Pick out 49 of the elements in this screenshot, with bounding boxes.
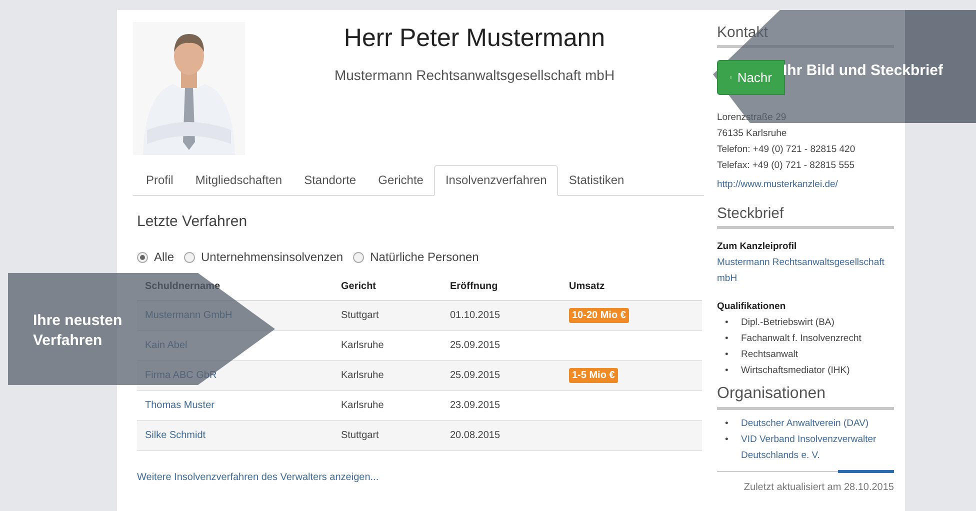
message-button[interactable]: Nachr [717,60,785,95]
tab[interactable]: Gerichte [367,165,434,196]
profile-link[interactable]: Mustermann Rechtsanwaltsgesellschaft mbH [717,255,894,287]
table-cell: 01.10.2015 [442,300,561,330]
table-cell: 25.09.2015 [442,360,561,390]
radio-label[interactable]: Alle [154,250,174,264]
radio-button[interactable] [353,252,364,262]
table-cell: Stuttgart [333,420,442,450]
section-title: Letzte Verfahren [137,213,248,230]
subheading: Zum Kanzleiprofil [717,240,798,254]
debtor-link[interactable]: Silke Schmidt [145,430,206,441]
organisation-link[interactable]: Deutscher Anwaltverein (DAV) [741,416,869,432]
table-cell: 20.08.2015 [442,420,561,450]
more-link[interactable]: Weitere Insolvenzverfahren des Verwalters anzeigen... [137,472,379,483]
revenue-badge: 1-5 Mio € [569,368,618,383]
table-cell: Stuttgart [333,300,442,330]
person-name: Herr Peter Mustermann [342,24,606,53]
address-line: Telefax: +49 (0) 721 - 82815 555 [717,159,856,173]
radio-label[interactable]: Unternehmensinsolvenzen [201,250,344,264]
radio-label[interactable]: Natürliche Personen [370,250,479,264]
tab[interactable]: Insolvenzverfahren [434,165,558,196]
bullet: • [725,364,730,378]
firm-name: Mustermann Rechtsanwaltsgesellschaft mbH [333,67,616,83]
revenue-badge: 10-20 Mio € [569,308,629,323]
sidebar-heading: Steckbrief [717,205,894,229]
tab[interactable]: Standorte [293,165,368,196]
tab[interactable]: Profil [135,165,184,196]
debtor-link[interactable]: Thomas Muster [145,400,214,411]
radio-button[interactable] [137,252,148,262]
table-cell: Karlsruhe [333,360,442,390]
radio-button[interactable] [184,252,196,262]
qualification-item: Wirtschaftsmediator (IHK) [741,364,850,378]
organisation-link[interactable]: VID Verband Insolvenzverwalter Deutschlands e. V. [741,432,894,464]
bullet: • [725,332,730,346]
bullet: • [725,433,730,447]
address-line: 76135 Karlsruhe [717,127,788,141]
bullet: • [725,348,730,362]
qualification-item: Dipl.-Betriebswirt (BA) [741,316,834,330]
update-note: Zuletzt aktualisiert am 28.10.2015 [742,482,894,493]
sidebar-heading: Organisationen [717,385,894,410]
website-link[interactable]: http://www.musterkanzlei.de/ [717,179,838,190]
qualification-item: Rechtsanwalt [741,348,798,362]
bullet: • [725,417,730,431]
tab[interactable]: Statistiken [558,165,636,196]
subheading: Qualifikationen [717,300,787,314]
qualification-item: Fachanwalt f. Insolvenzrecht [741,332,862,346]
address-line: Telefon: +49 (0) 721 - 82815 420 [717,143,856,157]
bullet: • [725,316,730,330]
tab[interactable]: Mitgliedschaften [184,165,294,196]
